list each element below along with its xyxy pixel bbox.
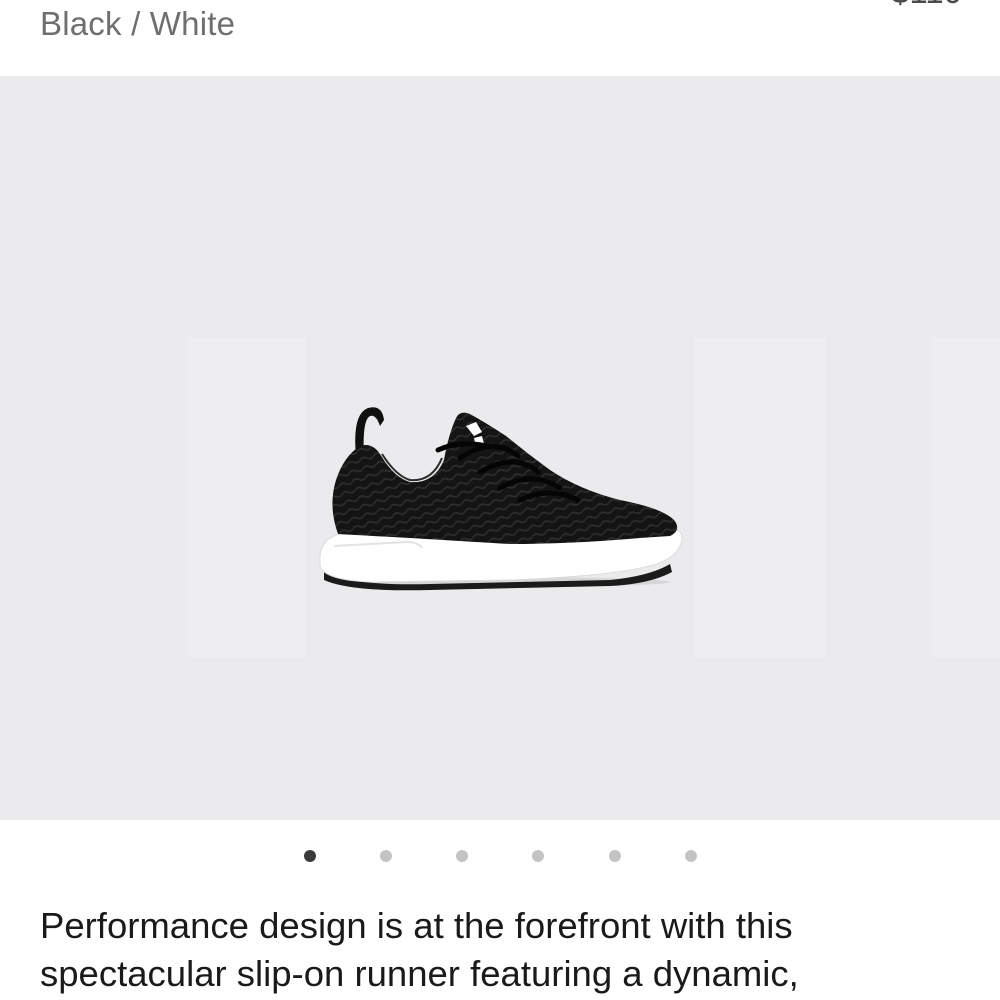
product-image-gallery[interactable] — [0, 76, 1000, 820]
pagination-dot[interactable] — [304, 850, 316, 862]
pagination-dot[interactable] — [380, 850, 392, 862]
gallery-ghost-panel-far — [932, 338, 1000, 658]
pagination-dot[interactable] — [685, 850, 697, 862]
product-page: Black / White $110 — [0, 0, 1000, 1000]
gallery-ghost-panel-left — [188, 338, 306, 658]
product-image — [319, 407, 683, 591]
description-line: Performance design is at the forefront w… — [40, 905, 793, 946]
pagination-dot[interactable] — [532, 850, 544, 862]
product-price: $110 — [891, 0, 962, 14]
pagination-dot[interactable] — [609, 850, 621, 862]
product-colorway: Black / White — [40, 5, 236, 42]
gallery-pagination — [0, 842, 1000, 870]
gallery-ghost-panel-right — [694, 338, 826, 658]
pagination-dot[interactable] — [456, 850, 468, 862]
description-line: spectacular slip-on runner featuring a d… — [40, 953, 799, 994]
product-description: Performance design is at the forefront w… — [40, 902, 970, 998]
